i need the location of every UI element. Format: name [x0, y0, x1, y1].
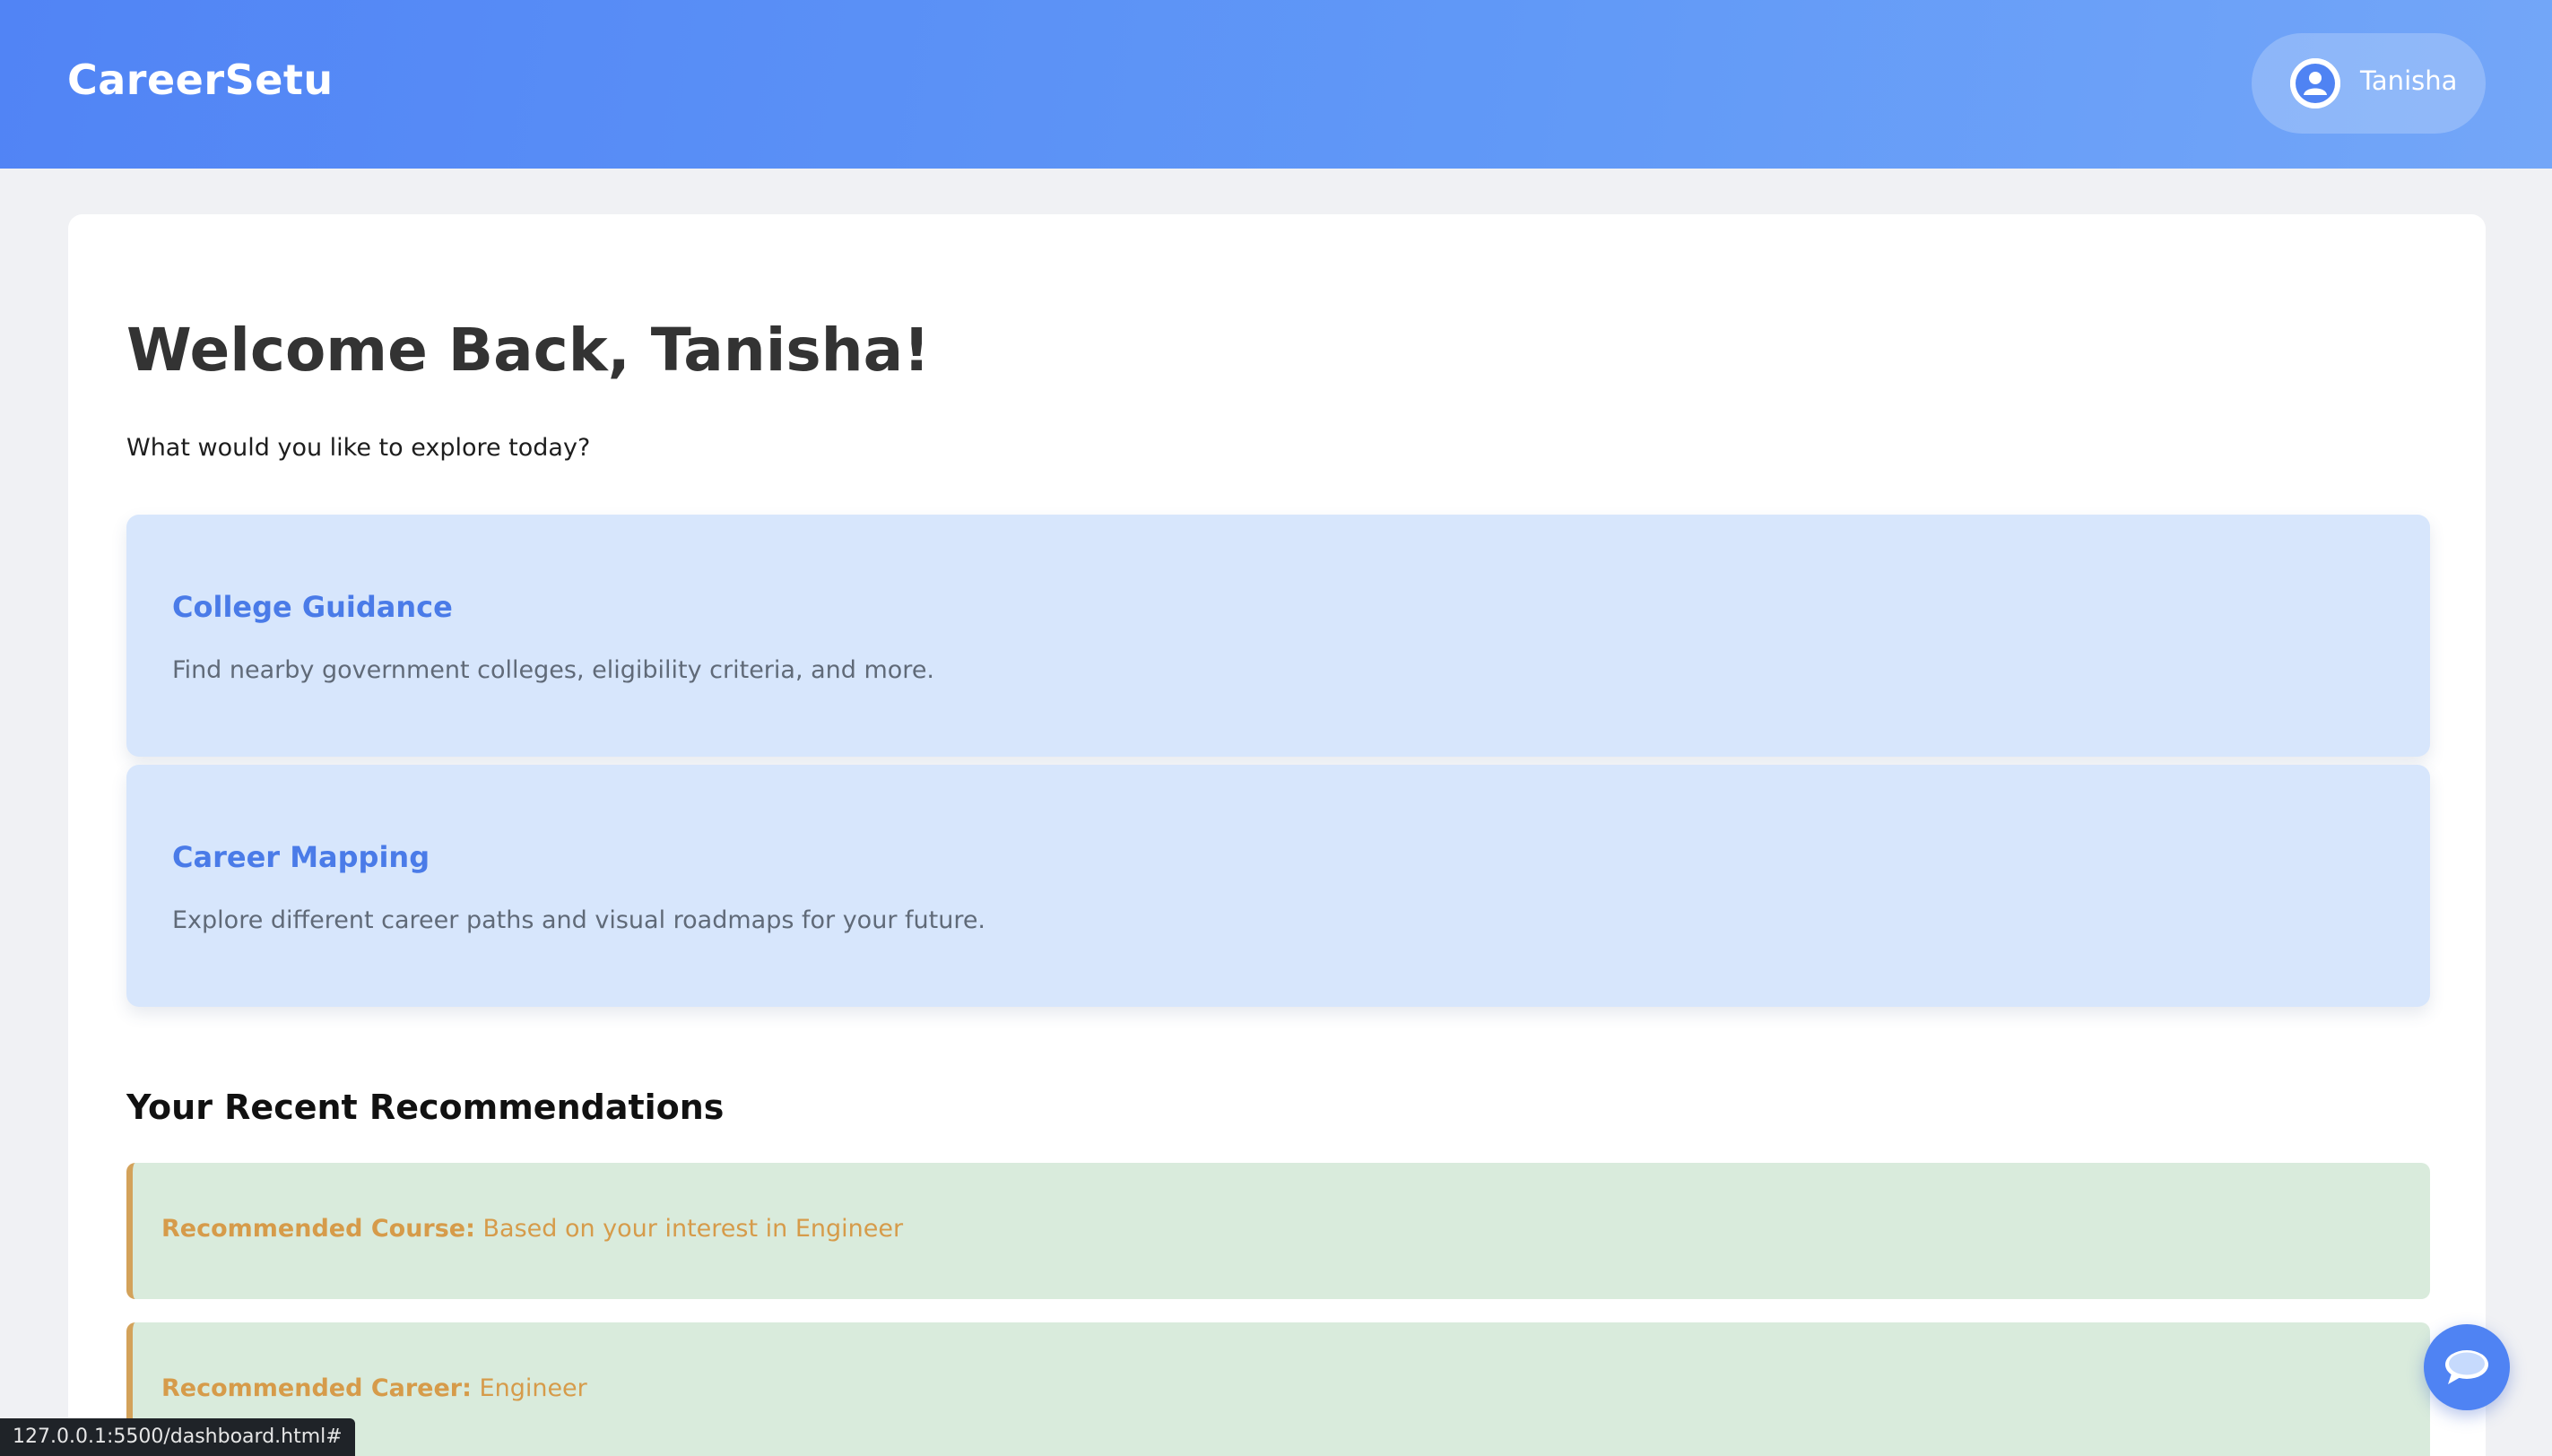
recommendation-text: Recommended Course: Based on your intere… — [161, 1215, 903, 1243]
feature-title: Career Mapping — [172, 840, 430, 874]
recommendation-label: Recommended Career: — [161, 1374, 472, 1402]
top-header: CareerSetu Tanisha — [0, 0, 2552, 169]
user-menu-button[interactable]: Tanisha — [2252, 33, 2486, 134]
feature-description: Find nearby government colleges, eligibi… — [172, 656, 935, 684]
chat-button[interactable] — [2424, 1324, 2510, 1410]
recommendation-item: Recommended Course: Based on your intere… — [126, 1163, 2430, 1299]
recommendation-item: Recommended Career: Engineer — [126, 1322, 2430, 1456]
recommendations-heading: Your Recent Recommendations — [126, 1088, 725, 1127]
brand-logo[interactable]: CareerSetu — [67, 56, 334, 104]
page-subtitle: What would you like to explore today? — [126, 434, 591, 462]
recommendation-text: Recommended Career: Engineer — [161, 1374, 587, 1402]
user-avatar-icon — [2290, 58, 2340, 108]
chat-bubble-icon — [2445, 1350, 2488, 1384]
status-bar-url: 127.0.0.1:5500/dashboard.html# — [0, 1418, 355, 1456]
career-mapping-card[interactable]: Career Mapping Explore different career … — [126, 765, 2430, 1007]
recommendation-value: Based on your interest in Engineer — [482, 1215, 904, 1243]
college-guidance-card[interactable]: College Guidance Find nearby government … — [126, 515, 2430, 757]
recommendation-label: Recommended Course: — [161, 1215, 475, 1243]
feature-title: College Guidance — [172, 590, 453, 624]
recommendation-value: Engineer — [479, 1374, 587, 1402]
feature-description: Explore different career paths and visua… — [172, 906, 986, 934]
user-name: Tanisha — [2360, 65, 2458, 96]
page-title: Welcome Back, Tanisha! — [126, 316, 931, 385]
dashboard-card: Welcome Back, Tanisha! What would you li… — [68, 214, 2486, 1456]
